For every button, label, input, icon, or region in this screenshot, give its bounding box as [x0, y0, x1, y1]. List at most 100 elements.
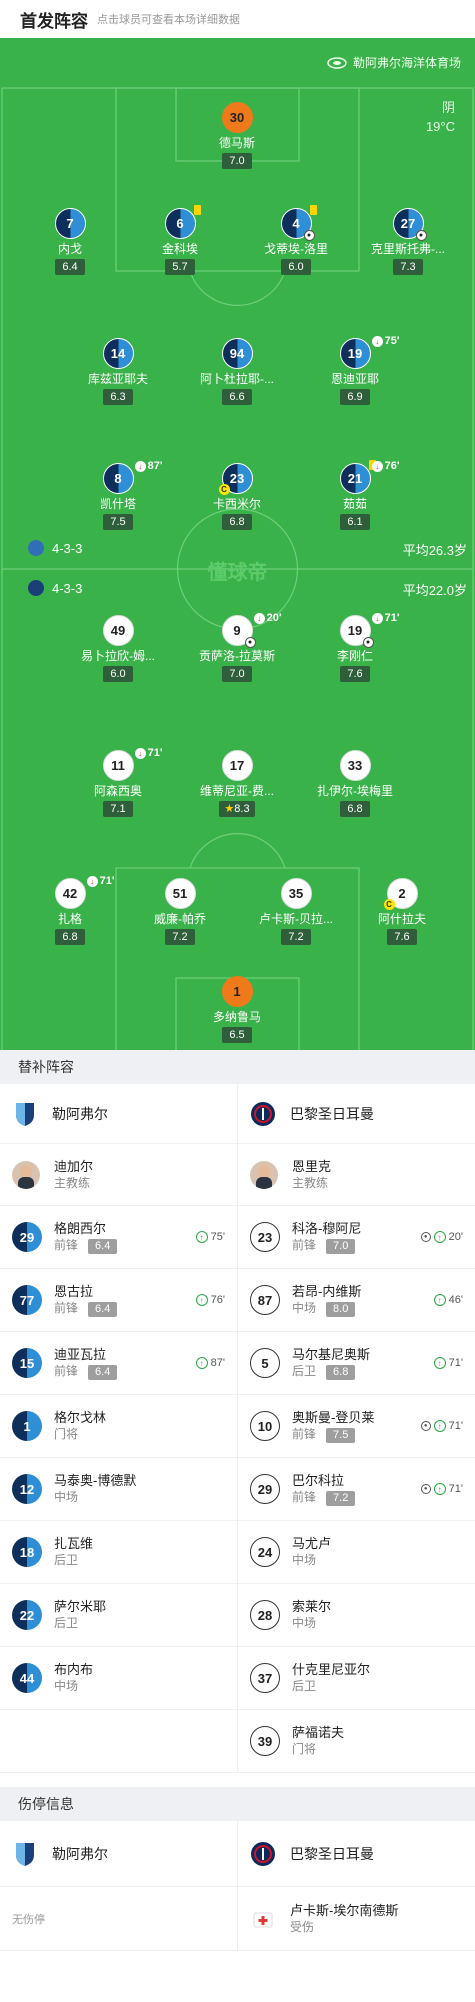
venue-name: 勒阿弗尔海洋体育场 [352, 56, 461, 70]
sub-on-icon: ↑ [195, 1231, 208, 1243]
away-team-name: 巴黎圣日耳曼 [290, 1105, 374, 1122]
away-sub-row[interactable]: 10 奥斯曼-登贝莱 前锋 7.5 ● ↑ 71' [238, 1395, 475, 1457]
home-sub-row[interactable]: 22 萨尔米耶 后卫 [0, 1584, 237, 1646]
away-sub-row[interactable]: 87 若昂-内维斯 中场 8.0 ↑ 46' [238, 1269, 475, 1331]
sub-off-marker: ↓ 75' [371, 335, 400, 347]
page-title: 首发阵容 [20, 11, 88, 31]
away-player[interactable]: 35 卢卡斯-贝拉... 7.2 [236, 878, 356, 945]
away-sub-row[interactable]: 24 马尤卢 中场 [238, 1521, 475, 1583]
away-player[interactable]: 9 ● ↓ 20' 贡萨洛-拉莫斯 7.0 [177, 612, 297, 682]
away-player[interactable]: 19 ● ↓ 71' 李刚仁 7.6 [295, 612, 415, 682]
goal-ball-icon: ● [420, 1232, 431, 1242]
away-player[interactable]: 1 多纳鲁马 6.5 [177, 976, 297, 1043]
jersey-number: 1 [221, 976, 253, 1007]
away-sub-row[interactable]: 37 什克里尼亚尔 后卫 [238, 1647, 475, 1709]
sub-number: 10 [250, 1411, 280, 1441]
jersey-number: 42 ↓ 71' [54, 875, 115, 909]
home-player[interactable]: 8 ↓ 87' 凯什塔 7.5 [58, 460, 178, 530]
home-player[interactable]: 6 金科埃 5.7 [120, 205, 240, 275]
sub-number: 87 [250, 1285, 280, 1315]
sub-number: 5 [250, 1348, 280, 1378]
sub-number: 12 [12, 1474, 42, 1504]
home-sub-row[interactable]: 15 迪亚瓦拉 前锋 6.4 ↑ 87' [0, 1332, 237, 1394]
sub-event: ● ↑ 20' [420, 1231, 463, 1243]
away-sub-row[interactable]: 39 萨福诺夫 门将 [238, 1710, 475, 1772]
home-player[interactable]: 30 德马斯 7.0 [177, 102, 297, 169]
home-player[interactable]: 4 ● 戈蒂埃-洛里 6.0 [236, 205, 356, 275]
away-player[interactable]: 49 易卜拉欣-姆... 6.0 [58, 615, 178, 682]
player-rating: 7.2 [165, 929, 195, 945]
sub-event: ↑ 71' [433, 1357, 463, 1369]
sub-event: ↑ 75' [195, 1231, 225, 1243]
sub-name: 马尤卢 [292, 1536, 332, 1551]
injured-player-name: 卢卡斯-埃尔南德斯 [290, 1902, 399, 1918]
sub-off-icon: ↓ [134, 460, 146, 472]
player-rating: 6.8 [222, 514, 252, 530]
away-player[interactable]: 51 威廉-帕乔 7.2 [120, 878, 240, 945]
jersey-number: 33 [339, 750, 371, 781]
jersey-number: 2C [383, 878, 418, 910]
away-player[interactable]: 11 ↓ 71' 阿森西奥 7.1 [58, 747, 178, 817]
home-sub-row[interactable]: 12 马泰奥-博德默 中场 [0, 1458, 237, 1520]
jersey-number: 19 ● ↓ 71' [339, 612, 400, 648]
home-player[interactable]: 14 库兹亚耶夫 6.3 [58, 338, 178, 405]
away-sub-row[interactable]: 5 马尔基尼奥斯 后卫 6.8 ↑ 71' [238, 1332, 475, 1394]
sub-position: 门将 [54, 1427, 79, 1441]
home-sub-row[interactable]: 77 恩古拉 前锋 6.4 ↑ 76' [0, 1269, 237, 1331]
column-divider [237, 1084, 238, 1773]
psg-logo-icon [251, 1101, 275, 1126]
column-divider [237, 1821, 238, 1951]
away-formation-text: 4-3-3 [52, 580, 83, 596]
home-coach[interactable]: 迪加尔 主教练 [0, 1144, 237, 1205]
home-player[interactable]: 27 ● 克里斯托弗-... 7.3 [348, 208, 468, 275]
sub-name: 迪亚瓦拉 [54, 1347, 107, 1362]
home-sub-row[interactable]: 1 格尔戈林 门将 [0, 1395, 237, 1457]
home-sub-row[interactable]: 44 布内布 中场 [0, 1647, 237, 1709]
player-name: 卡西米尔 [212, 497, 261, 511]
home-sub-row[interactable]: 18 扎瓦维 后卫 [0, 1521, 237, 1583]
home-player[interactable]: 23 C 卡西米尔 6.8 [177, 463, 297, 530]
player-name: 恩迪亚耶 [330, 372, 379, 386]
goal-ball-icon: ● [415, 230, 427, 241]
sub-name: 若昂-内维斯 [292, 1284, 362, 1299]
player-name: 阿卜杜拉耶-... [200, 372, 274, 386]
away-player[interactable]: 17 维蒂尼亚-费... ★8.3 [177, 750, 297, 817]
player-name: 库兹亚耶夫 [87, 372, 148, 386]
jersey-number: 17 [221, 750, 253, 781]
home-player[interactable]: 21 ↓ 76' 茹茹 6.1 [295, 460, 415, 530]
away-logo-icon [28, 580, 44, 596]
sub-position: 前锋 [292, 1427, 317, 1441]
injury-away-row[interactable]: 卢卡斯-埃尔南德斯 受伤 [238, 1887, 475, 1950]
away-player[interactable]: 2 C 阿什拉夫 7.6 [342, 878, 462, 945]
sub-off-icon: ↓ [134, 747, 146, 759]
home-player[interactable]: 7 内戈 6.4 [10, 208, 130, 275]
player-rating: 6.8 [55, 929, 85, 945]
sub-off-marker: ↓ 71' [371, 612, 400, 624]
jersey-number: 14 [102, 338, 134, 369]
away-player[interactable]: 42 ↓ 71' 扎格 6.8 [10, 875, 130, 945]
weather-condition: 阴 [441, 100, 455, 115]
away-sub-row[interactable]: 28 索莱尔 中场 [238, 1584, 475, 1646]
away-sub-row[interactable]: 29 巴尔科拉 前锋 7.2 ● ↑ 71' [238, 1458, 475, 1520]
away-sub-row[interactable]: 23 科洛-穆阿尼 前锋 7.0 ● ↑ 20' [238, 1206, 475, 1268]
sub-off-marker: ↓ 76' [371, 460, 400, 472]
player-name: 维蒂尼亚-费... [200, 784, 274, 798]
away-player[interactable]: 33 扎伊尔-埃梅里 6.8 [295, 750, 415, 817]
home-player[interactable]: 19 ↓ 75' 恩迪亚耶 6.9 [295, 335, 415, 405]
sub-event: ↑ 87' [195, 1357, 225, 1369]
away-coach[interactable]: 恩里克 主教练 [238, 1144, 475, 1205]
home-sub-row[interactable]: 29 格朗西尔 前锋 6.4 ↑ 75' [0, 1206, 237, 1268]
team-name: 巴黎圣日耳曼 [290, 1845, 374, 1862]
sub-position: 后卫 [54, 1553, 79, 1567]
sub-position: 前锋 [292, 1238, 317, 1252]
sub-name: 萨尔米耶 [54, 1599, 107, 1614]
sub-rating: 7.5 [326, 1428, 356, 1443]
sub-number: 44 [12, 1663, 42, 1693]
player-rating: 7.0 [222, 153, 252, 169]
sub-number: 15 [12, 1348, 42, 1378]
le-havre-logo-icon [16, 1102, 34, 1126]
home-player[interactable]: 94 阿卜杜拉耶-... 6.6 [177, 338, 297, 405]
jersey-number: 30 [221, 102, 253, 133]
player-name: 扎伊尔-埃梅里 [317, 784, 393, 798]
sub-position: 后卫 [292, 1364, 317, 1378]
